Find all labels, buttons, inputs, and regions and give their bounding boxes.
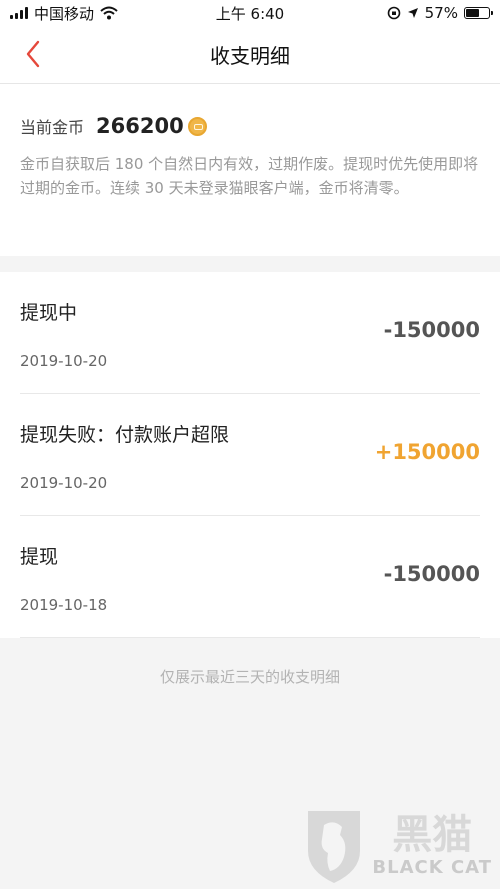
status-left: 中国移动 xyxy=(10,3,118,24)
watermark-cn: 黑猫 xyxy=(392,811,473,858)
chevron-left-icon xyxy=(26,40,40,68)
coin-description: 金币自获取后 180 个自然日内有效，过期作废。提现时优先使用即将过期的金币。连… xyxy=(20,155,479,197)
coin-card: 当前金币 266200 金币自获取后 180 个自然日内有效，过期作废。提现时优… xyxy=(0,84,500,256)
record-date: 2019-10-20 xyxy=(20,474,108,492)
coin-label: 当前金币 xyxy=(20,118,85,137)
location-icon xyxy=(407,8,418,18)
battery-percent: 57% xyxy=(424,4,458,22)
record-title: 提现 xyxy=(20,546,59,568)
status-bar: 中国移动 上午 6:40 57% xyxy=(0,0,500,26)
coin-icon xyxy=(187,116,207,136)
record-title: 提现失败：付款账户超限 xyxy=(20,424,230,446)
wifi-icon xyxy=(100,6,118,20)
carrier-label: 中国移动 xyxy=(34,4,95,23)
record-date: 2019-10-20 xyxy=(20,352,108,370)
records-list: 提现中 2019-10-20 -150000 提现失败：付款账户超限 2019-… xyxy=(0,272,500,638)
battery-icon xyxy=(464,7,493,19)
status-right: 57% xyxy=(387,4,493,22)
record-amount: -150000 xyxy=(383,318,480,342)
record-item[interactable]: 提现失败：付款账户超限 2019-10-20 +150000 xyxy=(20,394,480,516)
record-title: 提现中 xyxy=(20,302,78,324)
coin-row: 当前金币 266200 xyxy=(20,114,480,138)
watermark-en: BLACK CAT xyxy=(372,856,492,878)
signal-icon xyxy=(10,7,28,19)
coin-value: 266200 xyxy=(96,114,184,138)
footer-note: 仅展示最近三天的收支明细 xyxy=(159,668,340,686)
orientation-lock-icon xyxy=(387,6,400,20)
record-date: 2019-10-18 xyxy=(20,596,108,614)
watermark: 黑猫 BLACK CAT xyxy=(304,805,492,885)
record-amount: +150000 xyxy=(374,440,480,464)
record-item[interactable]: 提现中 2019-10-20 -150000 xyxy=(20,272,480,394)
battery-fill xyxy=(466,9,479,17)
watermark-text: 黑猫 BLACK CAT xyxy=(372,813,492,878)
record-amount: -150000 xyxy=(383,562,480,586)
back-button[interactable] xyxy=(18,39,48,69)
record-item[interactable]: 提现 2019-10-18 -150000 xyxy=(20,516,480,638)
page-title: 收支明细 xyxy=(210,44,290,68)
nav-bar: 收支明细 xyxy=(0,26,500,84)
black-cat-logo-icon xyxy=(308,811,361,883)
